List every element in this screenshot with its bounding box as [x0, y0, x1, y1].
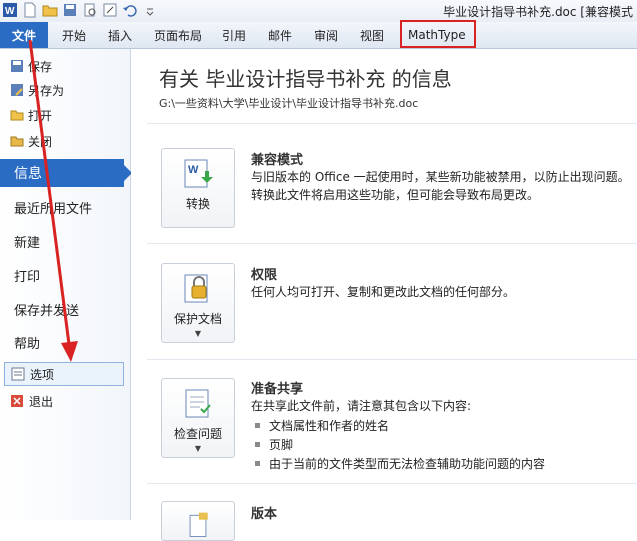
- list-item: 文档属性和作者的姓名: [255, 417, 389, 434]
- compat-mode-title: 兼容模式: [251, 153, 304, 168]
- prepare-share-desc: 在共享此文件前，请注意其包含以下内容:: [251, 399, 472, 413]
- convert-button[interactable]: W 转换: [161, 148, 235, 228]
- tab-page-layout[interactable]: 页面布局: [154, 22, 202, 48]
- tab-file[interactable]: 文件: [0, 22, 48, 48]
- title-bar: W 毕业设计指导书补充.doc [兼容模式: [0, 0, 637, 23]
- exit-icon: [10, 394, 24, 408]
- tab-mailings[interactable]: 邮件: [268, 22, 292, 48]
- mathtype-highlight-box: [400, 20, 476, 48]
- close-folder-icon: [10, 134, 24, 148]
- open-folder-icon: [10, 108, 24, 122]
- svg-text:W: W: [5, 6, 15, 17]
- backstage-sidebar: 保存 另存为 打开 关闭 信息 最近所用文件 新建 打印 保存并发送 帮助 选项…: [0, 49, 132, 520]
- check-issues-label: 检查问题: [173, 427, 222, 441]
- divider: [147, 123, 637, 124]
- list-item: 由于当前的文件类型而无法检查辅助功能问题的内容: [255, 455, 545, 472]
- edit-icon[interactable]: [102, 2, 118, 18]
- sidebar-item-save[interactable]: 保存: [10, 55, 52, 77]
- sidebar-item-open[interactable]: 打开: [10, 104, 52, 126]
- prepare-share-title: 准备共享: [251, 382, 304, 397]
- divider: [147, 483, 637, 484]
- chevron-down-icon: ▼: [194, 444, 202, 453]
- tab-references[interactable]: 引用: [222, 22, 246, 48]
- convert-icon: W: [184, 159, 213, 188]
- page-title: 有关 毕业设计指导书补充 的信息: [159, 67, 452, 91]
- protect-document-label: 保护文档: [173, 312, 222, 326]
- info-panel: 有关 毕业设计指导书补充 的信息 G:\一些资料\大学\毕业设计\毕业设计指导书…: [131, 49, 637, 541]
- sidebar-item-label: 另存为: [28, 83, 65, 98]
- sidebar-item-info[interactable]: 信息: [0, 159, 132, 187]
- sidebar-item-label: 关闭: [28, 134, 53, 149]
- tab-insert[interactable]: 插入: [108, 22, 132, 48]
- versions-title: 版本: [251, 507, 278, 522]
- list-item-text: 由于当前的文件类型而无法检查辅助功能问题的内容: [269, 457, 546, 471]
- sidebar-item-label: 保存: [28, 59, 53, 74]
- check-issues-button[interactable]: 检查问题 ▼: [161, 378, 235, 458]
- sidebar-item-save-as[interactable]: 另存为: [10, 79, 64, 101]
- chevron-down-icon: ▼: [194, 329, 202, 338]
- protect-document-button[interactable]: 保护文档 ▼: [161, 263, 235, 343]
- sidebar-item-options[interactable]: 选项: [4, 362, 124, 386]
- sidebar-item-close[interactable]: 关闭: [10, 130, 52, 152]
- window-title: 毕业设计指导书补充.doc [兼容模式: [443, 5, 633, 19]
- divider: [147, 243, 637, 244]
- versions-button[interactable]: [161, 501, 235, 541]
- tab-home[interactable]: 开始: [62, 22, 86, 48]
- save-icon[interactable]: [62, 2, 78, 18]
- new-doc-icon[interactable]: [22, 2, 38, 18]
- sidebar-item-label: 选项: [30, 367, 55, 382]
- options-icon: [11, 367, 25, 381]
- sidebar-item-label: 打开: [28, 108, 53, 123]
- bullet-icon: [255, 442, 260, 447]
- compat-mode-desc: 与旧版本的 Office 一起使用时，某些新功能被禁用，以防止出现问题。转换此文…: [251, 170, 630, 202]
- permissions-desc: 任何人均可打开、复制和更改此文档的任何部分。: [251, 285, 516, 299]
- sidebar-item-exit[interactable]: 退出: [10, 390, 53, 412]
- open-folder-icon[interactable]: [42, 2, 58, 18]
- tab-review[interactable]: 审阅: [314, 22, 338, 48]
- sidebar-item-save-send[interactable]: 保存并发送: [14, 296, 79, 322]
- list-item-text: 文档属性和作者的姓名: [269, 419, 390, 433]
- inspect-document-icon: [185, 389, 211, 418]
- versions-icon: [189, 512, 208, 537]
- sidebar-item-label: 退出: [29, 394, 54, 409]
- list-item-text: 页脚: [269, 438, 294, 452]
- bullet-icon: [255, 423, 260, 428]
- lock-icon: [184, 274, 208, 303]
- undo-icon[interactable]: [122, 2, 138, 18]
- convert-button-label: 转换: [185, 197, 210, 211]
- print-preview-icon[interactable]: [82, 2, 98, 18]
- divider: [147, 359, 637, 360]
- sidebar-item-print[interactable]: 打印: [14, 262, 40, 288]
- sidebar-item-recent[interactable]: 最近所用文件: [14, 194, 92, 220]
- sidebar-item-help[interactable]: 帮助: [14, 329, 40, 355]
- word-logo-icon: W: [2, 2, 18, 18]
- save-icon: [10, 59, 24, 73]
- bullet-icon: [255, 461, 260, 466]
- svg-text:W: W: [188, 164, 199, 176]
- ribbon-tabs: 文件 开始 插入 页面布局 引用 邮件 审阅 视图 MathType: [0, 22, 637, 49]
- quick-access-toolbar: W: [2, 2, 158, 18]
- save-as-icon: [10, 83, 24, 97]
- customize-toolbar-icon[interactable]: [142, 2, 158, 18]
- permissions-title: 权限: [251, 268, 278, 283]
- file-path: G:\一些资料\大学\毕业设计\毕业设计指导书补充.doc: [159, 97, 419, 110]
- list-item: 页脚: [255, 436, 293, 453]
- sidebar-item-new[interactable]: 新建: [14, 228, 40, 254]
- tab-view[interactable]: 视图: [360, 22, 384, 48]
